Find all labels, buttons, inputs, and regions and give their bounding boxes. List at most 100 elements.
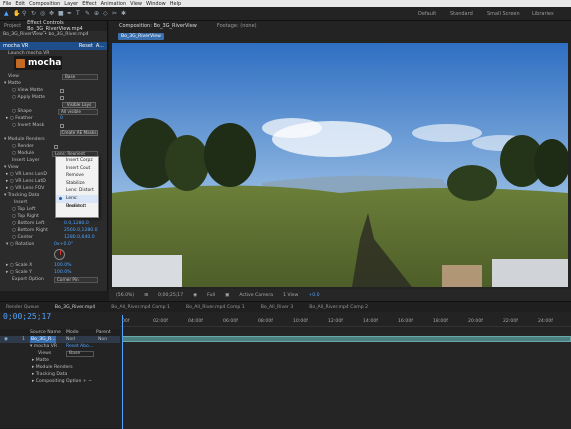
tab-bo-all-river-comp-1b[interactable]: Bo_All_River.mp4 Comp 1 bbox=[186, 305, 245, 310]
tab-composition[interactable]: Composition: Bo_3G_RiverView bbox=[119, 23, 197, 29]
roi-icon[interactable]: ▣ bbox=[225, 293, 229, 298]
tab-bo-all-river-3[interactable]: Bo_All_River 3 bbox=[261, 305, 294, 310]
views-select[interactable]: 1 View bbox=[283, 293, 298, 298]
puppet-tool-icon[interactable]: ✱ bbox=[121, 10, 127, 17]
export-option-select[interactable]: Corner Pin bbox=[54, 276, 98, 283]
menu-view[interactable]: View bbox=[130, 1, 142, 7]
active-camera-select[interactable]: Active Camera bbox=[239, 293, 273, 298]
mocha-launch-button[interactable]: mocha bbox=[14, 56, 62, 70]
effect-header[interactable]: mocha VR Reset A... bbox=[0, 42, 107, 50]
mocha-logo-icon bbox=[16, 58, 25, 68]
menu-file[interactable]: File bbox=[3, 1, 11, 7]
roto-tool-icon[interactable]: ✂ bbox=[112, 10, 118, 17]
tab-bo-all-river-comp-2[interactable]: Bo_All_River.mp4 Comp 2 bbox=[309, 305, 368, 310]
snapshot-icon[interactable]: ◉ bbox=[193, 293, 197, 298]
selection-tool-icon[interactable]: ▲ bbox=[4, 10, 10, 17]
layer-parent[interactable]: Non bbox=[98, 336, 107, 343]
resolution-select[interactable]: Full bbox=[207, 293, 215, 298]
matte-row[interactable]: ▸ Matte bbox=[0, 357, 120, 364]
menu-composition[interactable]: Composition bbox=[29, 1, 60, 7]
pan-behind-tool-icon[interactable]: ✥ bbox=[49, 10, 55, 17]
menu-effect[interactable]: Effect bbox=[82, 1, 96, 7]
tab-bo-3g-river[interactable]: Bo_3G_River.mp4 bbox=[55, 305, 95, 310]
module-renders-row[interactable]: ▸ Module Renders bbox=[0, 364, 120, 371]
dropdown-item-insert-cout[interactable]: Insert Cout bbox=[56, 165, 98, 173]
add-icon[interactable]: + − bbox=[83, 379, 92, 384]
create-ae-masks-button[interactable]: Create AE Masks bbox=[60, 129, 98, 136]
eye-icon[interactable]: ◉ bbox=[4, 336, 8, 343]
view-select[interactable]: Base bbox=[62, 73, 98, 80]
layer-duration-bar[interactable] bbox=[122, 336, 571, 342]
comp-breadcrumb[interactable]: Bo_3G_RiverView bbox=[118, 33, 164, 40]
center-value[interactable]: 1280.0,640.0 bbox=[64, 234, 95, 241]
dropdown-item-lens-distort[interactable]: Lens: Distort bbox=[56, 187, 98, 195]
workspace-standard[interactable]: Standard bbox=[450, 7, 473, 21]
invert-mask-checkbox[interactable] bbox=[60, 123, 64, 128]
dropdown-item-stabilize[interactable]: Stabilize bbox=[56, 180, 98, 188]
tracking-data-row[interactable]: ▸ Tracking Data bbox=[0, 371, 120, 378]
view-matte-checkbox[interactable] bbox=[60, 88, 64, 93]
effect-about-link[interactable]: Abo... bbox=[80, 343, 93, 350]
layer-row[interactable]: ◉ 1 Bo_3G_R... Norl Non bbox=[0, 336, 120, 343]
scale-x-value[interactable]: 100.0% bbox=[54, 262, 72, 269]
render-checkbox[interactable] bbox=[54, 144, 58, 149]
apply-matte-checkbox[interactable] bbox=[60, 95, 64, 100]
tab-bo-all-river-comp-1[interactable]: Bo_All_River.mp4 Comp 1 bbox=[111, 305, 170, 310]
menu-animation[interactable]: Animation bbox=[101, 1, 127, 7]
about-link[interactable]: A... bbox=[96, 43, 104, 49]
reset-link[interactable]: Reset bbox=[79, 43, 93, 49]
track-area[interactable] bbox=[120, 333, 571, 429]
eraser-tool-icon[interactable]: ◇ bbox=[103, 10, 109, 17]
col-source-name[interactable]: Source Name bbox=[30, 329, 61, 336]
col-mode[interactable]: Mode bbox=[66, 329, 79, 336]
workspace-default[interactable]: Default bbox=[418, 7, 436, 21]
playhead[interactable] bbox=[122, 315, 123, 429]
clone-tool-icon[interactable]: ⊕ bbox=[94, 10, 100, 17]
shape-tool-icon[interactable]: ■ bbox=[58, 10, 64, 17]
shape-select[interactable]: All visible bbox=[58, 108, 98, 115]
viewer-timecode[interactable]: 0;00;25;17 bbox=[158, 293, 183, 298]
matte-section[interactable]: ▾ Matte bbox=[0, 80, 108, 87]
comp-viewer[interactable] bbox=[112, 43, 568, 287]
hand-tool-icon[interactable]: ✋ bbox=[13, 10, 20, 17]
col-parent[interactable]: Parent bbox=[96, 329, 111, 336]
timeline-timecode[interactable]: 0;00;25;17 bbox=[3, 312, 51, 321]
menu-layer[interactable]: Layer bbox=[64, 1, 78, 7]
layer-mode[interactable]: Norl bbox=[66, 336, 75, 343]
scale-y-value[interactable]: 100.0% bbox=[54, 269, 72, 276]
pen-tool-icon[interactable]: ✒ bbox=[67, 10, 73, 17]
compositing-option-row[interactable]: ▸ Compositing Option + − bbox=[0, 378, 120, 385]
workspace-small-screen[interactable]: Small Screen bbox=[487, 7, 520, 21]
rotation-value[interactable]: 0x+0.0° bbox=[54, 241, 73, 248]
bottom-right-value[interactable]: 2560.0,1280.0 bbox=[64, 227, 98, 234]
menu-window[interactable]: Window bbox=[146, 1, 166, 7]
dropdown-item-lens-undistort[interactable]: Lens: Undistort bbox=[56, 194, 98, 209]
tab-project[interactable]: Project bbox=[4, 23, 21, 29]
fit-icon[interactable]: ⊞ bbox=[144, 293, 148, 298]
layer-name[interactable]: Bo_3G_R... bbox=[30, 336, 57, 343]
menu-help[interactable]: Help bbox=[170, 1, 181, 7]
rotation-dial-icon[interactable] bbox=[54, 249, 65, 260]
views-row-select[interactable]: Base bbox=[66, 350, 94, 357]
text-tool-icon[interactable]: T bbox=[76, 10, 82, 17]
menu-edit[interactable]: Edit bbox=[15, 1, 25, 7]
feather-value[interactable]: 0 bbox=[60, 115, 63, 122]
dropdown-item-remove[interactable]: Remove bbox=[56, 172, 98, 180]
zoom-tool-icon[interactable]: ⚲ bbox=[22, 10, 28, 17]
dropdown-item-insert-corpz[interactable]: Insert Corpz bbox=[56, 157, 98, 165]
visible-layers-button[interactable]: Visible Lays bbox=[62, 101, 96, 108]
bottom-left-value[interactable]: 0.0,1280.0 bbox=[64, 220, 89, 227]
effect-row[interactable]: ▾ mocha VR Reset Abo... bbox=[0, 343, 120, 350]
exposure-value[interactable]: +0.0 bbox=[308, 293, 319, 298]
time-ruler[interactable]: 00f 02:00f 04:00f 06:00f 08:00f 10:00f 1… bbox=[120, 315, 571, 327]
zoom-select[interactable]: (56.0%) bbox=[116, 293, 134, 298]
tab-footage[interactable]: Footage: (none) bbox=[217, 23, 257, 29]
camera-tool-icon[interactable]: ◎ bbox=[40, 10, 46, 17]
tab-render-queue[interactable]: Render Queue bbox=[6, 305, 39, 310]
dropdown-item-reorient[interactable]: Reorient bbox=[56, 203, 98, 211]
workspace-libraries[interactable]: Libraries bbox=[532, 7, 554, 21]
brush-tool-icon[interactable]: ✎ bbox=[85, 10, 91, 17]
module-renders-section[interactable]: ▾ Module Renders bbox=[0, 136, 108, 143]
rotate-tool-icon[interactable]: ↻ bbox=[31, 10, 37, 17]
effect-reset-link[interactable]: Reset bbox=[66, 343, 79, 350]
